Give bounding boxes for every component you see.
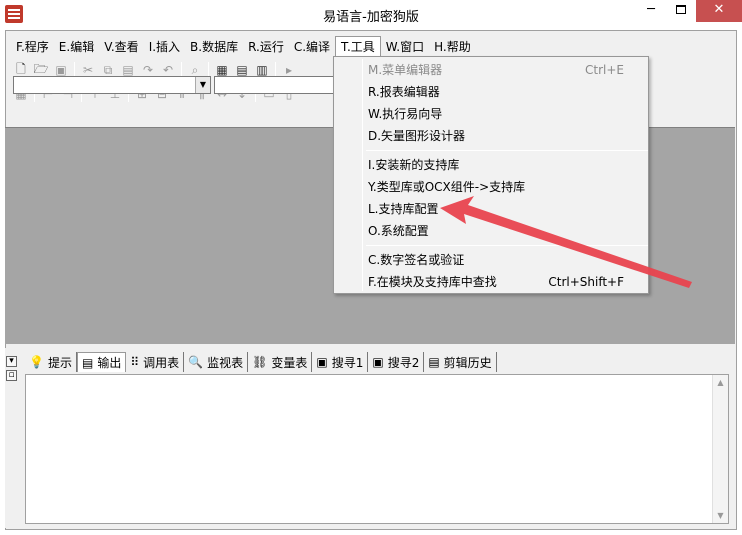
menu-bar: F.程序 E.编辑 V.查看 I.插入 B.数据库 R.运行 C.编译 T.工具… (11, 36, 476, 58)
output-icon: ▤ (81, 355, 94, 370)
menu-item-vector-designer[interactable]: D.矢量图形设计器 (368, 125, 644, 147)
menu-view[interactable]: V.查看 (99, 36, 143, 58)
menu-database[interactable]: B.数据库 (185, 36, 243, 58)
variables-icon: ⛓ (252, 355, 268, 369)
vertical-scrollbar[interactable]: ▲ ▼ (712, 375, 728, 523)
tab-call-stack[interactable]: ⠿ 调用表 (126, 352, 185, 372)
search-results-icon: ▣ (372, 355, 384, 369)
maximize-button[interactable] (666, 0, 696, 22)
menu-item-label: I.安装新的支持库 (368, 158, 460, 172)
tab-search2[interactable]: ▣ 搜寻2 (368, 352, 425, 372)
tab-label: 搜寻1 (331, 355, 364, 370)
tab-label: 监视表 (207, 355, 244, 370)
menu-compile[interactable]: C.编译 (289, 36, 335, 58)
menu-item-shortcut: Ctrl+E (585, 63, 624, 77)
magnifier-icon: 🔍 (188, 355, 204, 369)
menu-separator (366, 150, 648, 151)
menu-item-label: Y.类型库或OCX组件->支持库 (368, 180, 526, 194)
menu-gutter (362, 59, 363, 291)
call-stack-icon: ⠿ (130, 355, 140, 369)
tab-output[interactable]: ▤ 输出 (76, 352, 127, 372)
menu-program[interactable]: F.程序 (11, 36, 54, 58)
menu-insert[interactable]: I.插入 (144, 36, 185, 58)
menu-item-label: R.报表编辑器 (368, 85, 440, 99)
menu-item-wizard[interactable]: W.执行易向导 (368, 103, 644, 125)
menu-item-label: L.支持库配置 (368, 202, 439, 216)
menu-tools[interactable]: T.工具 (335, 36, 381, 58)
chevron-down-icon[interactable]: ▼ (195, 77, 210, 93)
bottom-panel: ▾ ▫ 💡 提示 ▤ 输出 ⠿ 调用表 🔍 监视表 ⛓ 变量表 ▣ 搜寻1 ▣ … (5, 348, 735, 528)
tab-clip-history[interactable]: ▤ 剪辑历史 (424, 352, 497, 372)
menu-item-find-in-modules[interactable]: F.在模块及支持库中查找 Ctrl+Shift+F (368, 271, 644, 293)
minimize-button[interactable]: ─ (636, 0, 666, 22)
menu-item-system-config[interactable]: O.系统配置 (368, 220, 644, 242)
maximize-icon (676, 5, 686, 14)
component-select[interactable]: ▼ (13, 76, 211, 94)
tab-label: 提示 (47, 355, 72, 370)
scroll-down-icon[interactable]: ▼ (713, 508, 728, 523)
menu-item-library-config[interactable]: L.支持库配置 (368, 198, 644, 220)
tab-label: 变量表 (271, 355, 308, 370)
tab-label: 调用表 (143, 355, 180, 370)
menu-item-install-library[interactable]: I.安装新的支持库 (368, 154, 644, 176)
output-text-area[interactable]: ▲ ▼ (25, 374, 729, 524)
close-button[interactable]: ✕ (696, 0, 742, 22)
menu-edit[interactable]: E.编辑 (54, 36, 99, 58)
tools-dropdown-menu: M.菜单编辑器 Ctrl+E R.报表编辑器 W.执行易向导 D.矢量图形设计器… (333, 56, 649, 294)
menu-separator (366, 245, 648, 246)
method-select[interactable] (214, 76, 334, 94)
menu-item-digital-signature[interactable]: C.数字签名或验证 (368, 249, 644, 271)
search-results-icon: ▣ (316, 355, 328, 369)
menu-item-label: F.在模块及支持库中查找 (368, 275, 497, 289)
pin-icon[interactable]: ▾ (6, 356, 17, 367)
tab-label: 搜寻2 (387, 355, 420, 370)
restore-panel-icon[interactable]: ▫ (6, 370, 17, 381)
window-title: 易语言-加密狗版 (323, 10, 419, 25)
tab-variables[interactable]: ⛓ 变量表 (248, 352, 313, 372)
menu-item-label: O.系统配置 (368, 224, 429, 238)
menu-item-shortcut: Ctrl+Shift+F (548, 275, 624, 289)
menu-item-report-editor[interactable]: R.报表编辑器 (368, 81, 644, 103)
tab-watch[interactable]: 🔍 监视表 (184, 352, 249, 372)
tab-label: 输出 (97, 356, 122, 370)
tab-hint[interactable]: 💡 提示 (25, 352, 77, 372)
menu-item-ocx-to-library[interactable]: Y.类型库或OCX组件->支持库 (368, 176, 644, 198)
lightbulb-icon: 💡 (29, 355, 44, 369)
clipboard-icon: ▤ (428, 355, 440, 369)
tab-label: 剪辑历史 (443, 355, 492, 370)
menu-item-label: W.执行易向导 (368, 107, 443, 121)
menu-window[interactable]: W.窗口 (381, 36, 429, 58)
menu-help[interactable]: H.帮助 (429, 36, 476, 58)
tab-search1[interactable]: ▣ 搜寻1 (312, 352, 369, 372)
title-bar: 易语言-加密狗版 ─ ✕ (0, 0, 742, 30)
menu-run[interactable]: R.运行 (243, 36, 289, 58)
menu-item-label: D.矢量图形设计器 (368, 129, 466, 143)
scroll-up-icon[interactable]: ▲ (713, 375, 728, 390)
menu-item-label: M.菜单编辑器 (368, 63, 443, 77)
menu-item-menu-editor[interactable]: M.菜单编辑器 Ctrl+E (368, 59, 644, 81)
menu-item-label: C.数字签名或验证 (368, 253, 465, 267)
panel-tabs: 💡 提示 ▤ 输出 ⠿ 调用表 🔍 监视表 ⛓ 变量表 ▣ 搜寻1 ▣ 搜寻2 … (25, 352, 497, 372)
